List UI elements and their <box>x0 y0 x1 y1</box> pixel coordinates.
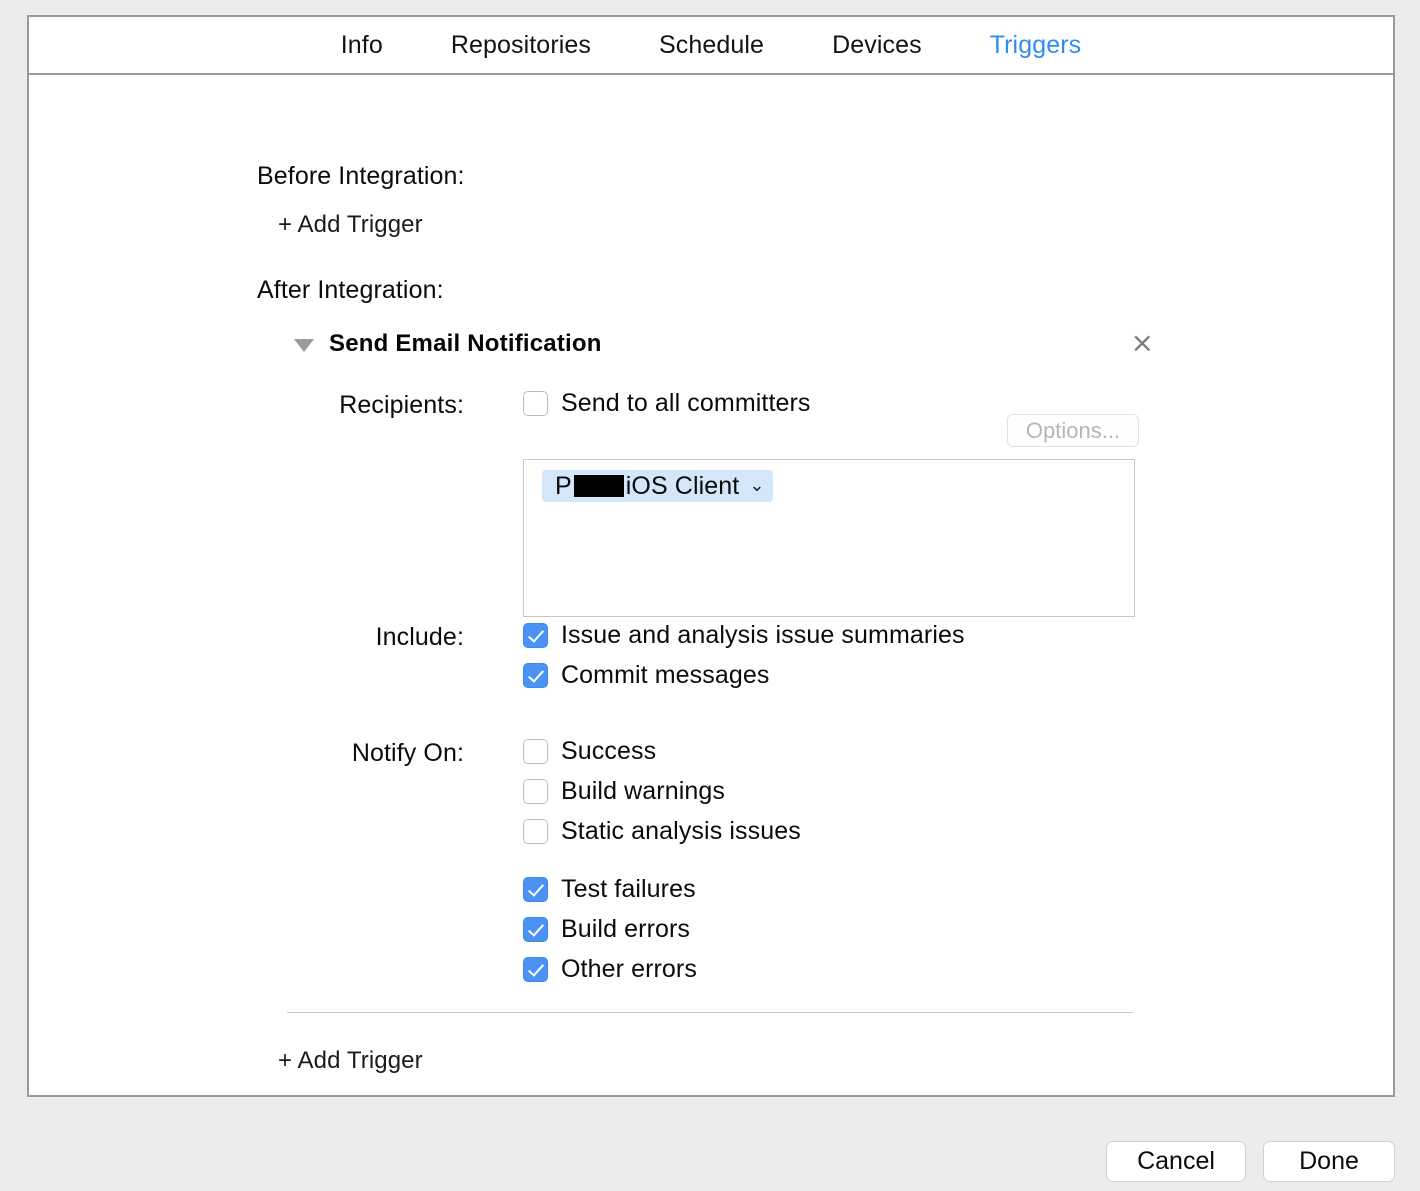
recipients-label: Recipients: <box>339 391 464 419</box>
trigger-title: Send Email Notification <box>329 330 602 357</box>
include-commit-messages-checkbox[interactable] <box>523 662 548 688</box>
notify-on-label: Notify On: <box>351 739 464 767</box>
include-label: Include: <box>375 623 464 651</box>
notify-static-analysis-row[interactable]: Static analysis issues <box>523 816 801 846</box>
include-commit-messages-label: Commit messages <box>561 660 770 689</box>
done-button[interactable]: Done <box>1263 1141 1395 1182</box>
add-trigger-before-button[interactable]: + Add Trigger <box>278 211 423 239</box>
notify-other-errors-checkbox[interactable] <box>523 956 548 982</box>
notify-build-warnings-checkbox[interactable] <box>523 778 548 804</box>
notify-build-warnings-row[interactable]: Build warnings <box>523 776 725 806</box>
cancel-button[interactable]: Cancel <box>1106 1141 1246 1182</box>
notify-static-analysis-label: Static analysis issues <box>561 816 801 845</box>
include-commit-messages-row[interactable]: Commit messages <box>523 660 770 690</box>
recipient-token[interactable]: PiOS Client ⌄ <box>542 470 774 502</box>
options-button[interactable]: Options... <box>1007 414 1139 447</box>
trigger-header-row: Send Email Notification × <box>294 327 1154 361</box>
disclosure-triangle-icon[interactable] <box>294 338 314 352</box>
notify-success-label: Success <box>561 736 657 765</box>
recipients-list-box[interactable]: PiOS Client ⌄ <box>523 459 1135 617</box>
tab-repositories[interactable]: Repositories <box>417 32 625 58</box>
notify-test-failures-checkbox[interactable] <box>523 876 548 902</box>
notify-other-errors-row[interactable]: Other errors <box>523 954 697 984</box>
redaction-bar <box>573 475 624 497</box>
notify-test-failures-row[interactable]: Test failures <box>523 874 696 904</box>
include-issue-summaries-row[interactable]: Issue and analysis issue summaries <box>523 620 965 650</box>
notify-build-warnings-label: Build warnings <box>561 776 725 805</box>
send-to-all-committers-label: Send to all committers <box>561 388 811 417</box>
tab-triggers[interactable]: Triggers <box>956 32 1116 58</box>
notify-test-failures-label: Test failures <box>561 874 696 903</box>
notify-build-errors-row[interactable]: Build errors <box>523 914 690 944</box>
notify-build-errors-label: Build errors <box>561 914 691 943</box>
triggers-panel: Before Integration: + Add Trigger After … <box>29 75 1393 1095</box>
tab-list: Info Repositories Schedule Devices Trigg… <box>29 17 1393 73</box>
add-trigger-after-button[interactable]: + Add Trigger <box>278 1047 423 1075</box>
send-to-all-committers-checkbox[interactable] <box>523 390 548 416</box>
after-integration-heading: After Integration: <box>257 276 444 304</box>
notify-build-errors-checkbox[interactable] <box>523 916 548 942</box>
section-divider <box>287 1012 1133 1013</box>
tab-bar: Info Repositories Schedule Devices Trigg… <box>29 17 1393 75</box>
notify-success-checkbox[interactable] <box>523 738 548 764</box>
tab-devices[interactable]: Devices <box>798 32 956 58</box>
before-integration-heading: Before Integration: <box>257 162 465 190</box>
recipient-token-text: PiOS Client <box>555 472 739 501</box>
include-issue-summaries-checkbox[interactable] <box>523 622 548 648</box>
send-to-all-committers-row[interactable]: Send to all committers <box>523 388 811 418</box>
notify-success-row[interactable]: Success <box>523 736 656 766</box>
recipient-token-suffix: iOS Client <box>625 471 740 500</box>
tab-schedule[interactable]: Schedule <box>625 32 798 58</box>
notify-other-errors-label: Other errors <box>561 954 697 983</box>
chevron-down-icon[interactable]: ⌄ <box>749 477 764 495</box>
notify-static-analysis-checkbox[interactable] <box>523 818 548 844</box>
tab-info[interactable]: Info <box>307 32 417 58</box>
bot-configuration-window: Info Repositories Schedule Devices Trigg… <box>27 15 1395 1097</box>
close-icon[interactable]: × <box>1131 328 1154 358</box>
include-issue-summaries-label: Issue and analysis issue summaries <box>561 620 965 649</box>
recipient-token-prefix: P <box>555 471 572 500</box>
